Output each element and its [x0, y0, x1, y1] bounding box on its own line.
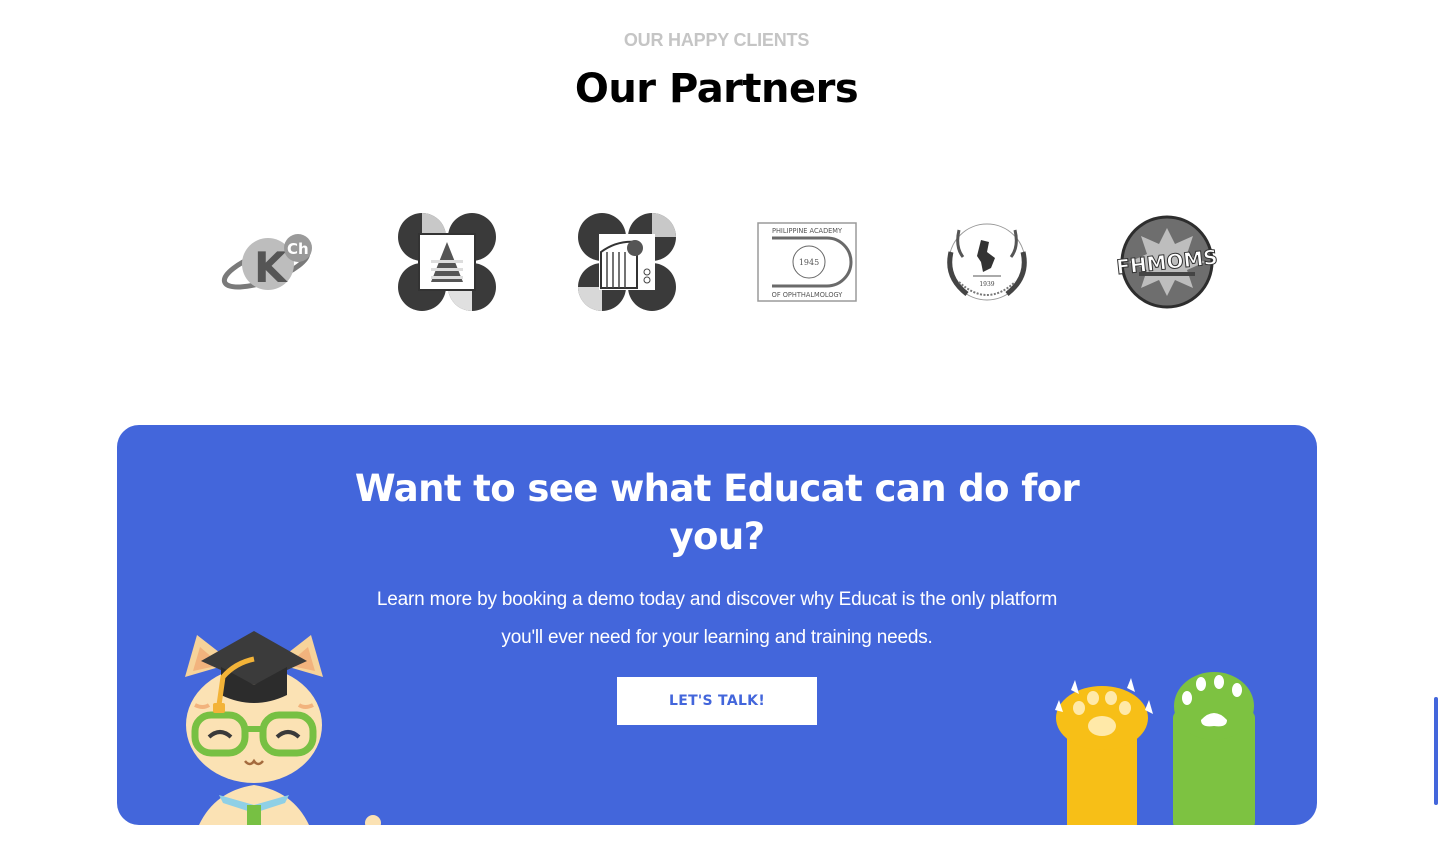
svg-text:K: K — [254, 243, 288, 292]
lets-talk-button[interactable]: LET'S TALK! — [617, 677, 817, 725]
cta-description: Learn more by booking a demo today and d… — [376, 589, 1058, 648]
government-seal-logo-2 — [577, 212, 677, 312]
section-eyebrow: OUR HAPPY CLIENTS — [623, 30, 810, 50]
section-title: Our Partners — [574, 66, 859, 112]
cat-mascot-illustration — [175, 625, 395, 825]
cta-banner: Want to see what Educat can do for you? … — [117, 425, 1317, 825]
page: OUR HAPPY CLIENTS Our Partners K Ch PHIL… — [0, 0, 1440, 845]
scroll-indicator[interactable] — [1434, 697, 1438, 805]
svg-text:OF OPHTHALMOLOGY: OF OPHTHALMOLOGY — [772, 291, 844, 299]
svg-text:Ch: Ch — [287, 240, 309, 258]
philippine-society-general-surgeons-logo: 1939 — [937, 212, 1037, 312]
kch-logo: K Ch — [218, 212, 318, 312]
philippine-academy-ophthalmology-logo: PHILIPPINE ACADEMY 1945 OF OPHTHALMOLOGY — [757, 222, 857, 304]
paws-illustration — [1049, 670, 1259, 825]
fhmoms-logo: FHMOMS — [1117, 212, 1217, 312]
cta-title: Want to see what Educat can do for you? — [354, 467, 1080, 558]
government-seal-logo-1 — [397, 212, 497, 312]
svg-text:1945: 1945 — [799, 258, 819, 267]
svg-text:PHILIPPINE ACADEMY: PHILIPPINE ACADEMY — [772, 227, 843, 235]
svg-text:1939: 1939 — [979, 281, 994, 288]
